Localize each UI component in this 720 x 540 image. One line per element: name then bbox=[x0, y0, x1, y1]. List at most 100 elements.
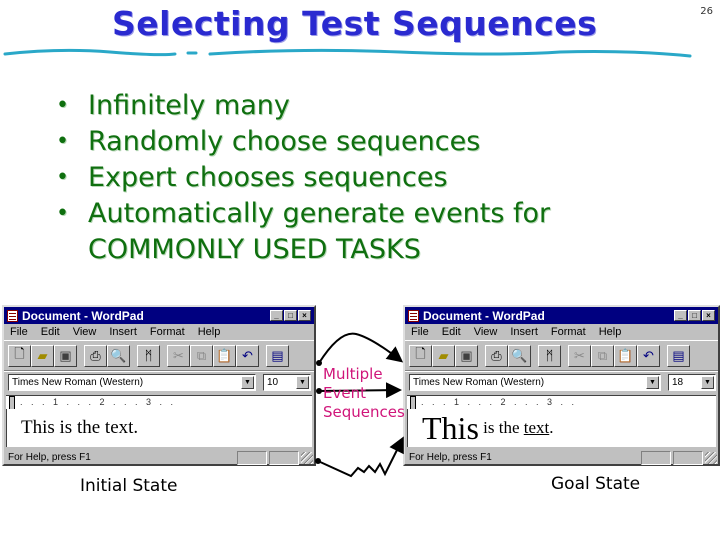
document-text-underlined: text bbox=[523, 418, 550, 437]
open-icon: ▰ bbox=[438, 347, 449, 363]
copy-button[interactable]: ⧉ bbox=[190, 344, 213, 367]
menu-edit[interactable]: Edit bbox=[442, 326, 461, 338]
font-name-value: Times New Roman (Western) bbox=[12, 377, 144, 388]
open-button[interactable]: ▰ bbox=[31, 344, 54, 367]
chevron-down-icon[interactable]: ▼ bbox=[241, 376, 254, 389]
bullet-dot-icon: • bbox=[56, 201, 69, 226]
close-button[interactable]: × bbox=[702, 310, 715, 321]
minimize-button[interactable]: _ bbox=[270, 310, 283, 321]
menu-view[interactable]: View bbox=[73, 326, 97, 338]
print-preview-button[interactable]: 🔍 bbox=[508, 344, 531, 367]
font-name-select[interactable]: Times New Roman (Western) ▼ bbox=[409, 374, 661, 391]
arrow-bottom bbox=[315, 436, 404, 478]
insert-object-icon: ▤ bbox=[271, 347, 284, 363]
multiple-event-sequences-label: Multiple Event Sequences bbox=[323, 365, 405, 422]
close-button[interactable]: × bbox=[298, 310, 311, 321]
menu-bar: File Edit View Insert Format Help bbox=[4, 324, 314, 341]
status-bar: For Help, press F1 bbox=[405, 449, 718, 466]
bullet-item: • Automatically generate events for bbox=[52, 196, 550, 232]
wordpad-app-icon bbox=[408, 309, 419, 322]
wordpad-app-icon bbox=[7, 309, 18, 322]
find-button[interactable]: ᛗ bbox=[137, 344, 160, 367]
document-area[interactable]: This is the text. bbox=[407, 409, 716, 447]
initial-wordpad-window: Document - WordPad _ □ × File Edit View … bbox=[2, 305, 316, 466]
title-bar[interactable]: Document - WordPad _ □ × bbox=[405, 307, 718, 324]
open-button[interactable]: ▰ bbox=[432, 344, 455, 367]
document-area[interactable]: This is the text. bbox=[6, 409, 312, 447]
cut-button[interactable]: ✂ bbox=[167, 344, 190, 367]
menu-edit[interactable]: Edit bbox=[41, 326, 60, 338]
new-button[interactable]: 🗋 bbox=[409, 344, 432, 367]
document-text: is the bbox=[478, 418, 524, 437]
chevron-down-icon[interactable]: ▼ bbox=[701, 376, 714, 389]
menu-file[interactable]: File bbox=[10, 326, 28, 338]
paste-icon: 📋 bbox=[617, 347, 634, 363]
font-size-select[interactable]: 10 ▼ bbox=[263, 374, 311, 391]
paste-button[interactable]: 📋 bbox=[213, 344, 236, 367]
print-preview-icon: 🔍 bbox=[511, 347, 528, 363]
find-button[interactable]: ᛗ bbox=[538, 344, 561, 367]
print-button[interactable]: ⎙ bbox=[84, 344, 107, 367]
chevron-down-icon[interactable]: ▼ bbox=[296, 376, 309, 389]
menu-help[interactable]: Help bbox=[599, 326, 622, 338]
bullet-item: • Expert chooses sequences bbox=[52, 160, 550, 196]
menu-file[interactable]: File bbox=[411, 326, 429, 338]
paste-button[interactable]: 📋 bbox=[614, 344, 637, 367]
document-text: This is the text. bbox=[21, 417, 139, 438]
status-panel bbox=[641, 450, 671, 465]
toolbar: 🗋 ▰ ▣ ⎙ 🔍 ᛗ ✂ ⧉ 📋 ↶ ▤ bbox=[4, 341, 314, 371]
insert-object-button[interactable]: ▤ bbox=[667, 344, 690, 367]
cut-icon: ✂ bbox=[574, 347, 585, 363]
copy-button[interactable]: ⧉ bbox=[591, 344, 614, 367]
menu-insert[interactable]: Insert bbox=[109, 326, 137, 338]
save-button[interactable]: ▣ bbox=[54, 344, 77, 367]
cut-button[interactable]: ✂ bbox=[568, 344, 591, 367]
title-bar[interactable]: Document - WordPad _ □ × bbox=[4, 307, 314, 324]
arrow-top bbox=[316, 332, 404, 366]
cut-icon: ✂ bbox=[173, 347, 184, 363]
menu-view[interactable]: View bbox=[474, 326, 498, 338]
menu-format[interactable]: Format bbox=[150, 326, 185, 338]
ruler[interactable]: . . . 1 . . . 2 . . . 3 . . bbox=[407, 395, 716, 409]
format-bar: Times New Roman (Western) ▼ 18 ▼ bbox=[405, 371, 718, 393]
bullet-dot-icon: • bbox=[56, 93, 69, 118]
toolbar: 🗋 ▰ ▣ ⎙ 🔍 ᛗ ✂ ⧉ 📋 ↶ ▤ bbox=[405, 341, 718, 371]
save-button[interactable]: ▣ bbox=[455, 344, 478, 367]
new-button[interactable]: 🗋 bbox=[8, 344, 31, 367]
resize-grip-icon[interactable] bbox=[705, 451, 717, 464]
undo-button[interactable]: ↶ bbox=[236, 344, 259, 367]
find-icon: ᛗ bbox=[545, 348, 554, 363]
document-text-large: This bbox=[422, 409, 479, 446]
font-size-select[interactable]: 18 ▼ bbox=[668, 374, 716, 391]
bullet-text: Infinitely many bbox=[88, 90, 290, 121]
maximize-button[interactable]: □ bbox=[284, 310, 297, 321]
bullet-text: Expert chooses sequences bbox=[88, 162, 448, 193]
menu-insert[interactable]: Insert bbox=[510, 326, 538, 338]
annotation-line: Event bbox=[323, 384, 366, 402]
bullet-text: COMMONLY USED TASKS bbox=[88, 234, 421, 265]
maximize-button[interactable]: □ bbox=[688, 310, 701, 321]
resize-grip-icon[interactable] bbox=[301, 451, 313, 464]
insert-object-button[interactable]: ▤ bbox=[266, 344, 289, 367]
minimize-button[interactable]: _ bbox=[674, 310, 687, 321]
print-button[interactable]: ⎙ bbox=[485, 344, 508, 367]
menu-format[interactable]: Format bbox=[551, 326, 586, 338]
bullet-list: • Infinitely many • Randomly choose sequen… bbox=[52, 88, 550, 268]
print-preview-button[interactable]: 🔍 bbox=[107, 344, 130, 367]
status-panel bbox=[269, 450, 299, 465]
indent-marker[interactable] bbox=[9, 396, 15, 409]
font-name-value: Times New Roman (Western) bbox=[413, 377, 545, 388]
bullet-continuation: COMMONLY USED TASKS bbox=[52, 232, 550, 268]
ruler[interactable]: . . . 1 . . . 2 . . . 3 . . bbox=[6, 395, 312, 409]
print-icon: ⎙ bbox=[90, 347, 101, 363]
bullet-dot-icon: • bbox=[56, 165, 69, 190]
menu-help[interactable]: Help bbox=[198, 326, 221, 338]
indent-marker[interactable] bbox=[410, 396, 416, 409]
chevron-down-icon[interactable]: ▼ bbox=[646, 376, 659, 389]
font-name-select[interactable]: Times New Roman (Western) ▼ bbox=[8, 374, 256, 391]
paste-icon: 📋 bbox=[216, 347, 233, 363]
status-bar: For Help, press F1 bbox=[4, 449, 314, 466]
window-title: Document - WordPad bbox=[423, 308, 545, 323]
undo-button[interactable]: ↶ bbox=[637, 344, 660, 367]
menu-bar: File Edit View Insert Format Help bbox=[405, 324, 718, 341]
